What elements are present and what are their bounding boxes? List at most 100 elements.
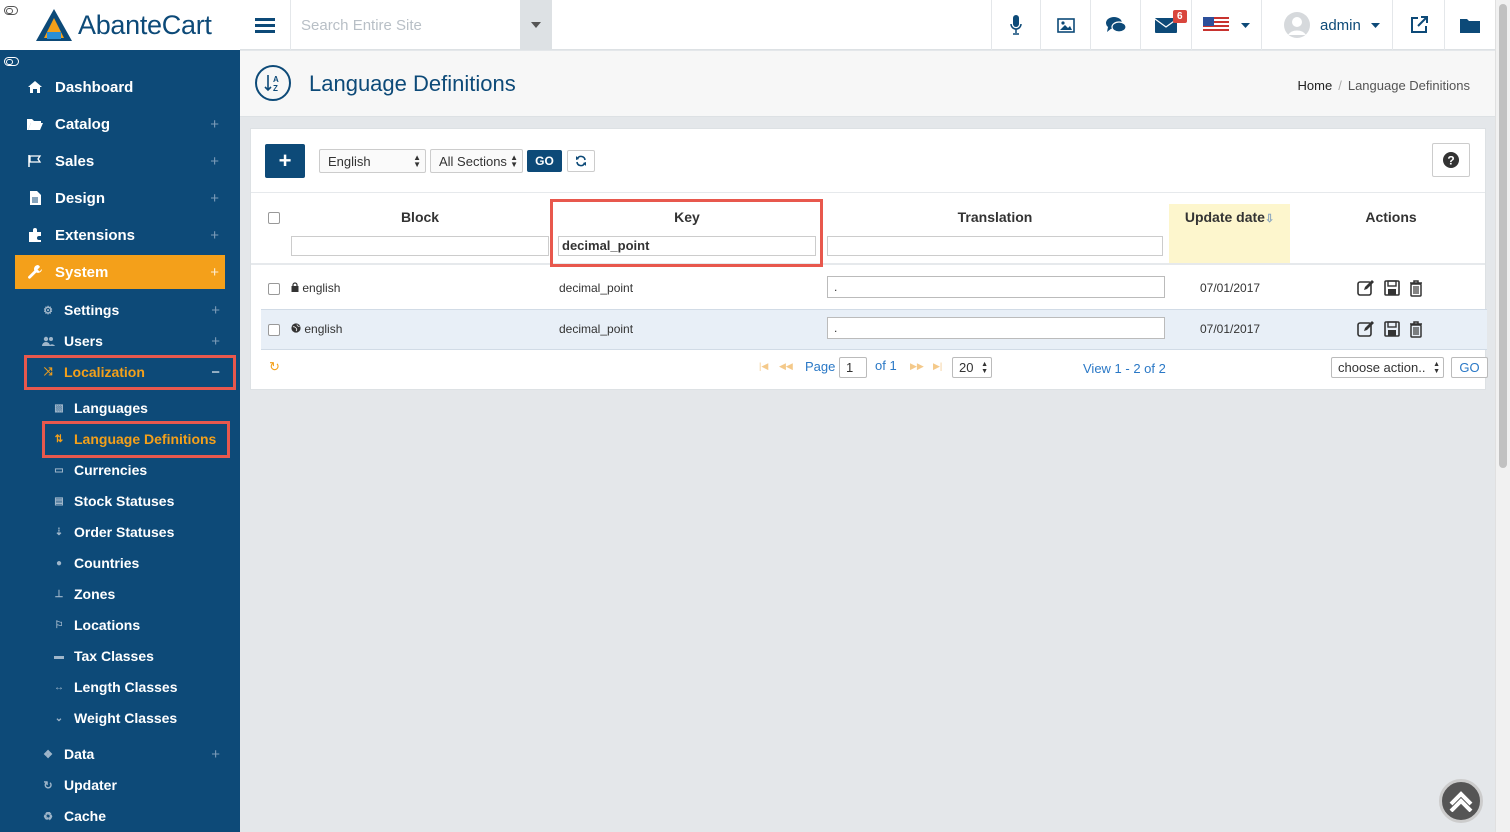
user-menu[interactable]: admin xyxy=(1261,0,1392,50)
external-link-icon xyxy=(1410,16,1428,33)
sidebar-item-settings[interactable]: ⚙ Settings + xyxy=(28,295,230,325)
column-header-translation[interactable]: Translation xyxy=(827,209,1163,225)
media-button[interactable] xyxy=(1040,0,1090,50)
expand-icon[interactable]: + xyxy=(210,227,219,244)
trash-icon[interactable] xyxy=(1407,320,1425,338)
bulk-action-go-button[interactable]: GO xyxy=(1451,357,1488,378)
sidebar-item-label: Tax Classes xyxy=(74,648,154,664)
reload-grid-icon[interactable]: ↻ xyxy=(269,359,280,375)
sidebar-item-data[interactable]: ❖ Data + xyxy=(28,739,230,769)
table-row[interactable]: english decimal_point . 07/01/2017 xyxy=(261,309,1487,350)
page-number-input[interactable]: 1 xyxy=(839,357,867,378)
translation-input[interactable]: . xyxy=(827,276,1165,298)
sidebar-item-label: Settings xyxy=(64,302,120,318)
column-header-update-date[interactable]: Update date⇩ xyxy=(1169,209,1290,225)
sidebar-item-label: Dashboard xyxy=(55,78,134,96)
messages-button[interactable]: 6 xyxy=(1140,0,1191,50)
expand-icon[interactable]: + xyxy=(210,116,219,133)
hamburger-button[interactable] xyxy=(240,0,290,50)
sidebar-item-countries[interactable]: ● Countries xyxy=(44,548,234,578)
messages-count-badge: 6 xyxy=(1173,10,1187,23)
add-definition-button[interactable]: + xyxy=(265,144,305,178)
language-select[interactable]: English ▲ ▼ xyxy=(319,149,426,173)
filter-go-button[interactable]: GO xyxy=(527,150,562,172)
sidebar-item-updater[interactable]: ↻ Updater xyxy=(28,770,230,800)
sidebar-item-currencies[interactable]: ▭ Currencies xyxy=(44,455,234,485)
logo-area[interactable]: AbanteCart xyxy=(0,0,240,50)
sidebar-item-languages[interactable]: ▧ Languages xyxy=(44,393,234,423)
recycle-icon: ♻ xyxy=(43,810,53,823)
page-header: AZ Language Definitions Home / Language De… xyxy=(240,51,1495,117)
key-filter-highlight xyxy=(550,199,823,267)
sidebar-item-catalog[interactable]: Catalog + xyxy=(15,107,225,141)
lock-icon xyxy=(291,281,302,295)
expand-icon[interactable]: + xyxy=(210,190,219,207)
search-input[interactable]: Search Entire Site xyxy=(290,0,520,50)
sidebar-item-tax-classes[interactable]: ▬ Tax Classes xyxy=(44,641,234,671)
expand-icon[interactable]: + xyxy=(211,746,220,763)
sidebar-item-dashboard[interactable]: Dashboard xyxy=(15,70,225,104)
briefcase-icon: ▬ xyxy=(54,650,64,662)
refresh-icon: ↻ xyxy=(43,779,53,792)
open-storefront-button[interactable] xyxy=(1392,0,1444,50)
rows-per-page-select[interactable]: 20 ▲ ▼ xyxy=(952,357,992,378)
edit-icon[interactable] xyxy=(1357,279,1375,297)
row-checkbox[interactable] xyxy=(268,283,280,295)
first-page-icon[interactable]: |◀ xyxy=(759,361,768,372)
help-button[interactable]: ? xyxy=(1432,143,1470,177)
row-checkbox[interactable] xyxy=(268,324,280,336)
translation-filter-input[interactable] xyxy=(827,236,1163,256)
sidebar-item-sales[interactable]: Sales + xyxy=(15,144,225,178)
next-page-icon[interactable]: ▶▶ xyxy=(910,361,924,372)
select-all-checkbox[interactable] xyxy=(268,212,280,224)
breadcrumb-home-link[interactable]: Home xyxy=(1298,78,1333,93)
expand-icon[interactable]: + xyxy=(211,302,220,319)
last-page-icon[interactable]: ▶| xyxy=(933,361,942,372)
pushpin-icon: ⊥ xyxy=(54,588,64,600)
refresh-button[interactable] xyxy=(567,150,595,172)
voice-button[interactable] xyxy=(991,0,1040,50)
menu-toggle-icon[interactable] xyxy=(4,6,18,15)
chat-button[interactable] xyxy=(1090,0,1140,50)
block-filter-input[interactable] xyxy=(291,236,549,256)
file-manager-button[interactable] xyxy=(1444,0,1495,50)
prev-page-icon[interactable]: ◀◀ xyxy=(779,361,793,372)
select-arrows-icon: ▲ ▼ xyxy=(1433,361,1440,375)
sidebar-collapse-icon[interactable] xyxy=(4,57,19,66)
sidebar-item-length-classes[interactable]: ↔ Length Classes xyxy=(44,672,234,702)
sidebar-item-cache[interactable]: ♻ Cache xyxy=(28,801,230,831)
sidebar-item-extensions[interactable]: Extensions + xyxy=(15,218,225,252)
sidebar-item-label: Design xyxy=(55,189,106,207)
sidebar-item-users[interactable]: Users + xyxy=(28,326,230,356)
translation-input[interactable]: . xyxy=(827,317,1165,339)
file-icon xyxy=(25,190,45,206)
sidebar-item-order-statuses[interactable]: ⇣ Order Statuses xyxy=(44,517,234,547)
sidebar-item-zones[interactable]: ⊥ Zones xyxy=(44,579,234,609)
sidebar-item-design[interactable]: Design + xyxy=(15,181,225,215)
bulk-action-select[interactable]: choose action.. ▲ ▼ xyxy=(1331,357,1444,378)
language-switcher[interactable] xyxy=(1191,0,1261,50)
edit-icon[interactable] xyxy=(1357,320,1375,338)
table-row[interactable]: english decimal_point . 07/01/2017 xyxy=(261,268,1487,309)
section-select[interactable]: All Sections ▲ ▼ xyxy=(430,149,523,173)
sidebar-item-label: System xyxy=(55,263,109,281)
sidebar-item-label: Weight Classes xyxy=(74,710,178,726)
expand-icon[interactable]: + xyxy=(211,333,220,350)
column-header-block[interactable]: Block xyxy=(291,209,549,225)
search-dropdown-button[interactable] xyxy=(520,0,552,50)
app-name: AbanteCart xyxy=(78,10,212,40)
save-icon[interactable] xyxy=(1383,279,1401,297)
save-icon[interactable] xyxy=(1383,320,1401,338)
svg-text:Z: Z xyxy=(273,84,278,93)
trash-icon[interactable] xyxy=(1407,279,1425,297)
back-to-top-button[interactable] xyxy=(1439,779,1483,823)
sidebar-item-weight-classes[interactable]: ⌄ Weight Classes xyxy=(44,703,234,733)
sidebar-item-system[interactable]: System + xyxy=(15,255,225,289)
page-scrollbar-thumb[interactable] xyxy=(1499,4,1507,468)
expand-icon[interactable]: + xyxy=(210,153,219,170)
sidebar-item-locations[interactable]: ⚐ Locations xyxy=(44,610,234,640)
sidebar-item-stock-statuses[interactable]: ▤ Stock Statuses xyxy=(44,486,234,516)
expand-icon[interactable]: + xyxy=(210,264,219,281)
caret-down-icon xyxy=(531,22,541,28)
puzzle-icon xyxy=(25,227,45,243)
